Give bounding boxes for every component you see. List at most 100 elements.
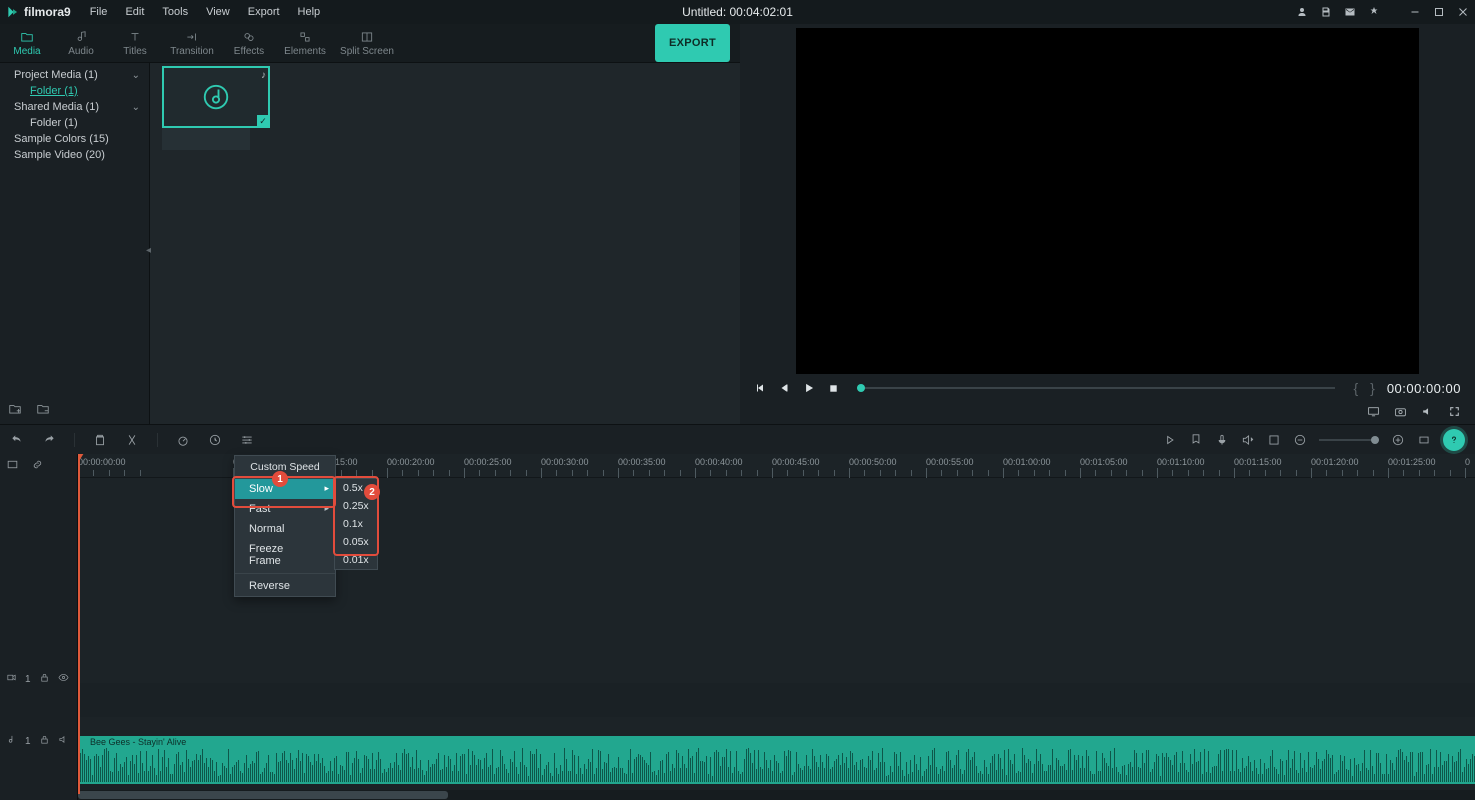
media-grid: ♪ ✓ (150, 54, 740, 424)
display-icon[interactable] (1367, 405, 1380, 421)
video-track-icon (6, 672, 17, 686)
menu-reverse[interactable]: Reverse (235, 576, 335, 596)
audio-track-header[interactable]: 1 (6, 734, 69, 748)
pin-icon[interactable] (1367, 6, 1380, 19)
volume-icon[interactable] (1421, 405, 1434, 421)
app-name: filmora (24, 5, 64, 19)
slow-0-05x[interactable]: 0.05x (335, 533, 377, 551)
transport-bar: { } 00:00:00:00 (748, 374, 1467, 402)
tree-folder-active[interactable]: Folder (1) (4, 83, 146, 99)
speed-icon[interactable] (176, 433, 190, 447)
progress-thumb[interactable] (857, 384, 865, 392)
menu-tools[interactable]: Tools (153, 2, 197, 22)
delete-icon[interactable] (93, 433, 107, 447)
tab-split-screen[interactable]: Split Screen (334, 24, 400, 62)
timeline: 1 1 00:00:00:0000:00:10:0000:00:15:0000:… (0, 454, 1475, 800)
music-note-icon: ♪ (261, 70, 266, 81)
progress-track[interactable] (857, 387, 1335, 389)
voiceover-icon[interactable] (1215, 433, 1229, 447)
app-logo: filmora9 (6, 5, 71, 19)
zoom-fit-icon[interactable] (1417, 433, 1431, 447)
annotation-badge-2: 2 (364, 484, 380, 500)
clip-label (162, 128, 250, 150)
zoom-out-icon[interactable] (1293, 433, 1307, 447)
app-version: 9 (64, 5, 71, 19)
mark-in-icon[interactable]: { (1353, 380, 1358, 396)
tab-elements[interactable]: Elements (276, 24, 334, 62)
minimize-icon[interactable] (1408, 6, 1421, 19)
video-track-header[interactable]: 1 (6, 672, 69, 686)
menu-normal[interactable]: Normal (235, 519, 335, 539)
timeline-link-icon[interactable] (31, 458, 44, 474)
tab-audio[interactable]: Audio (54, 24, 108, 62)
timeline-toolbar (0, 424, 1475, 454)
collapse-handle-icon[interactable]: ◂ (146, 245, 154, 259)
audio-track-number: 1 (25, 736, 31, 747)
tree-sample-colors[interactable]: Sample Colors (15) (4, 131, 146, 147)
prev-frame-button[interactable] (754, 382, 766, 394)
snapshot-icon[interactable] (1394, 405, 1407, 421)
tab-media[interactable]: Media (0, 24, 54, 62)
tab-transition[interactable]: Transition (162, 24, 222, 62)
video-track-lane[interactable] (78, 683, 1475, 717)
tab-titles[interactable]: Titles (108, 24, 162, 62)
lock-icon[interactable] (39, 734, 50, 748)
preview-panel: { } 00:00:00:00 (740, 24, 1475, 424)
zoom-thumb[interactable] (1371, 436, 1379, 444)
menu-file[interactable]: File (81, 2, 117, 22)
zoom-slider[interactable] (1319, 439, 1379, 441)
menu-help[interactable]: Help (289, 2, 330, 22)
preview-corner-tools (748, 402, 1467, 424)
play-button[interactable] (802, 381, 816, 395)
menu-edit[interactable]: Edit (116, 2, 153, 22)
fullscreen-icon[interactable] (1448, 405, 1461, 421)
tab-effects[interactable]: Effects (222, 24, 276, 62)
timeline-thumb-icon[interactable] (6, 458, 19, 474)
adjust-icon[interactable] (240, 433, 254, 447)
eye-icon[interactable] (58, 672, 69, 686)
chevron-down-icon: ⌄ (132, 70, 140, 81)
save-icon[interactable] (1319, 6, 1332, 19)
lock-icon[interactable] (39, 672, 50, 686)
menu-fast[interactable]: Fast▸ (235, 499, 335, 519)
tree-sample-video[interactable]: Sample Video (20) (4, 147, 146, 163)
help-button[interactable] (1443, 429, 1465, 451)
maximize-icon[interactable] (1432, 6, 1445, 19)
close-icon[interactable] (1456, 6, 1469, 19)
export-button[interactable]: EXPORT (655, 24, 730, 62)
tree-project-media[interactable]: Project Media (1)⌄ (4, 67, 146, 83)
zoom-in-icon[interactable] (1391, 433, 1405, 447)
media-browser: Import ▾ Record ▾ ♪ ✓ (150, 24, 740, 424)
menu-view[interactable]: View (197, 2, 239, 22)
split-icon[interactable] (125, 433, 139, 447)
slow-0-1x[interactable]: 0.1x (335, 515, 377, 533)
undo-icon[interactable] (10, 433, 24, 447)
menu-export[interactable]: Export (239, 2, 289, 22)
tree-folder[interactable]: Folder (1) (4, 115, 146, 131)
del-folder-icon[interactable] (36, 402, 50, 419)
account-icon[interactable] (1295, 6, 1308, 19)
marker-icon[interactable] (1189, 433, 1203, 447)
redo-icon[interactable] (42, 433, 56, 447)
h-scrollbar[interactable] (78, 790, 1475, 800)
mark-out-icon[interactable]: } (1370, 380, 1375, 396)
mail-icon[interactable] (1343, 6, 1356, 19)
playhead[interactable] (78, 454, 80, 794)
slow-0-01x[interactable]: 0.01x (335, 551, 377, 569)
audio-clip[interactable]: Bee Gees - Stayin' Alive (78, 736, 1475, 784)
chevron-down-icon: ⌄ (132, 102, 140, 113)
render-icon[interactable] (1163, 433, 1177, 447)
stop-button[interactable] (828, 383, 839, 394)
crop-icon[interactable] (1267, 433, 1281, 447)
media-clip[interactable]: ♪ ✓ (162, 66, 270, 150)
tree-shared-media[interactable]: Shared Media (1)⌄ (4, 99, 146, 115)
step-back-button[interactable] (778, 382, 790, 394)
clock-icon[interactable] (208, 433, 222, 447)
mute-icon[interactable] (58, 734, 69, 748)
menu-freeze-frame[interactable]: Freeze Frame (235, 539, 335, 571)
sidebar-folder-tools (8, 402, 50, 419)
top-panel: Import ▾ Record ▾ ♪ ✓ (0, 24, 1475, 424)
mixer-icon[interactable] (1241, 433, 1255, 447)
h-scrollbar-thumb[interactable] (78, 791, 448, 799)
new-folder-icon[interactable] (8, 402, 22, 419)
